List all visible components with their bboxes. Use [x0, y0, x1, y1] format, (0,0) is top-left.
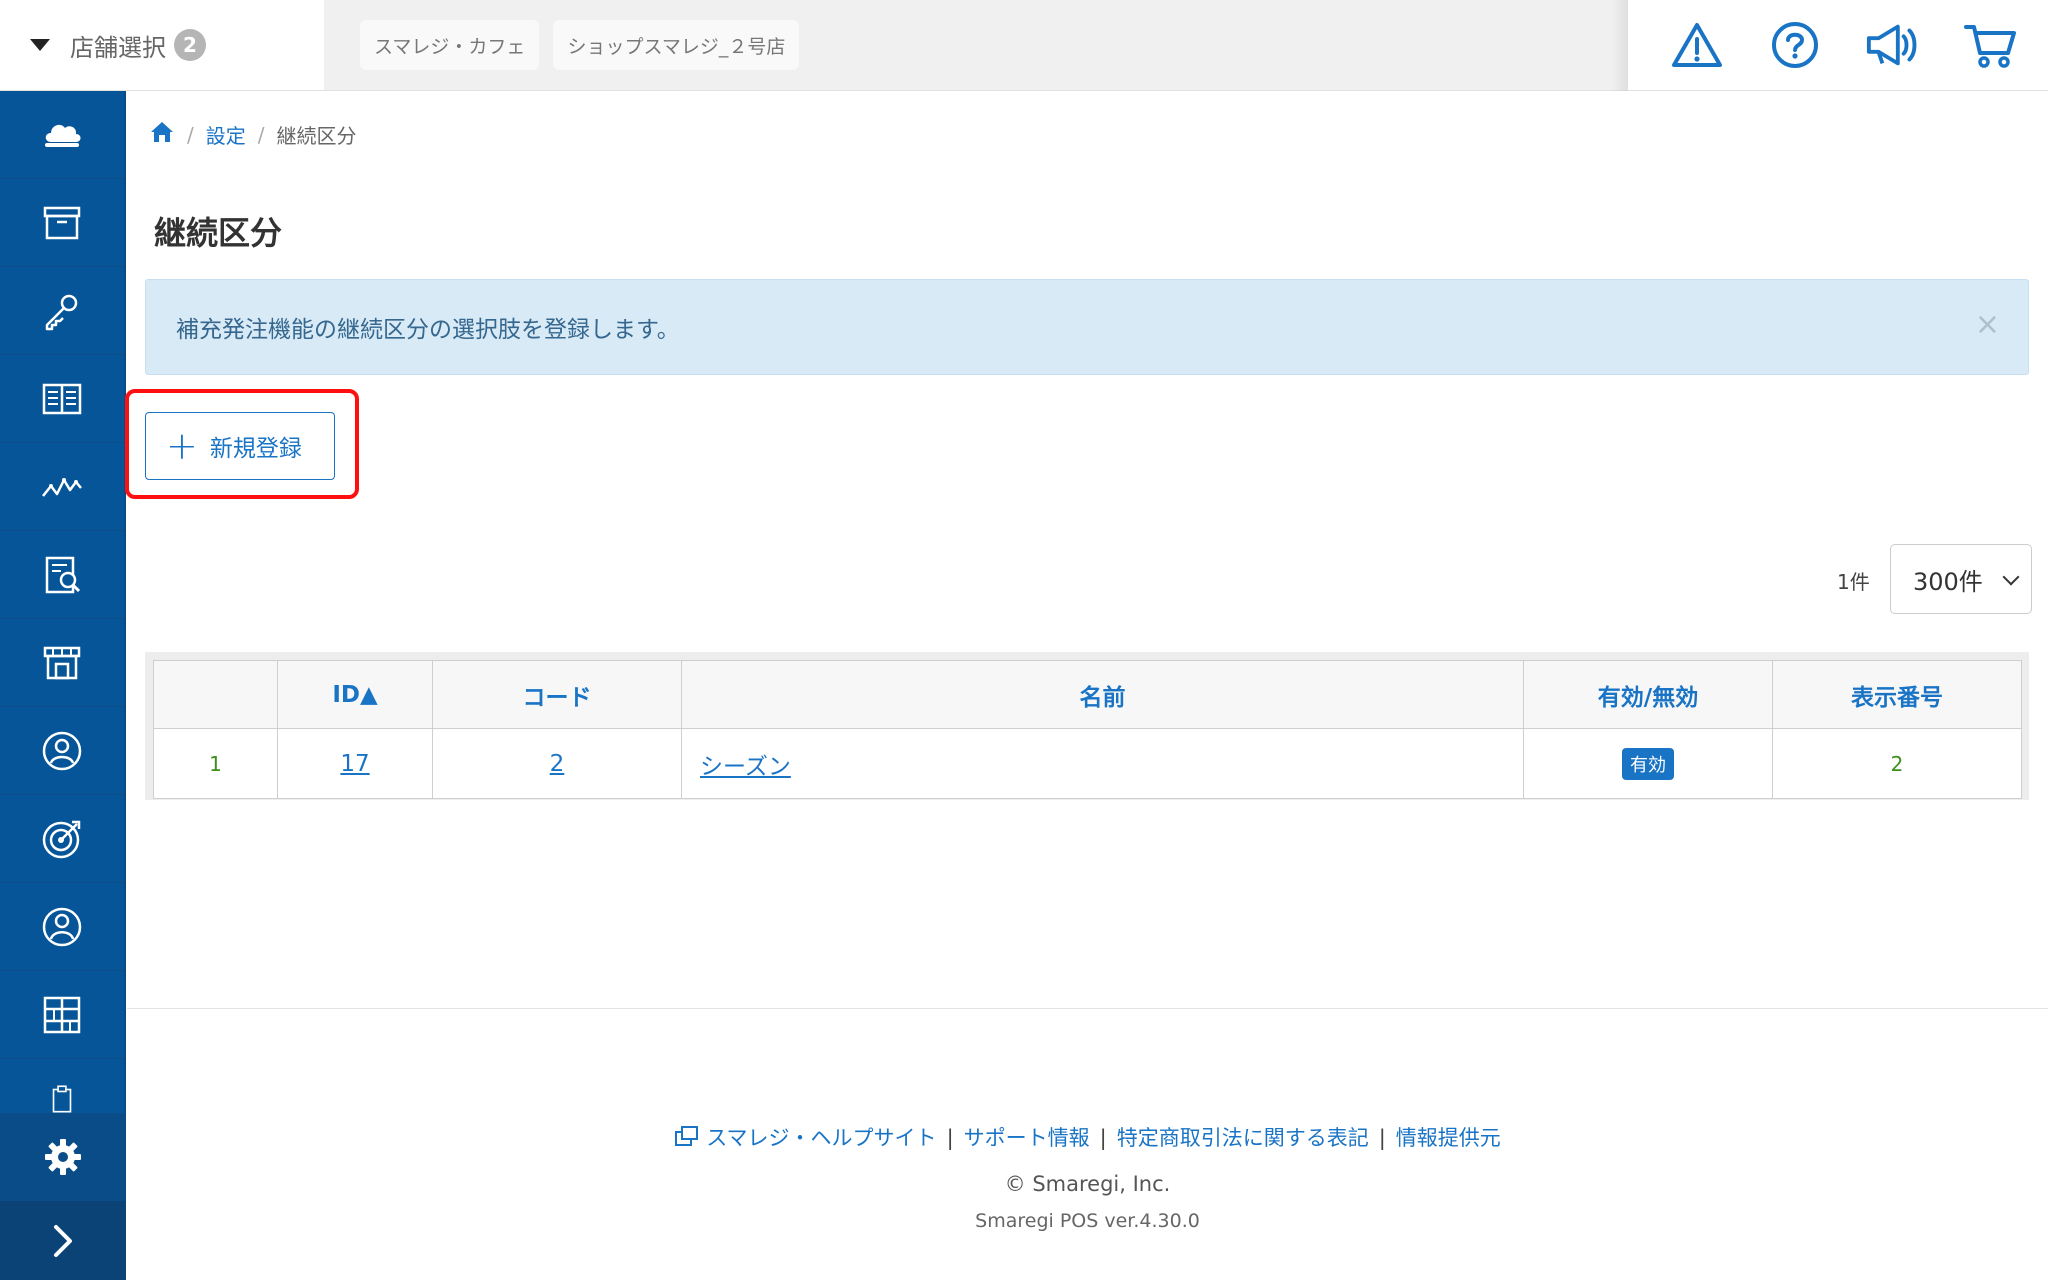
breadcrumb: / 設定 / 継続区分 [149, 120, 357, 149]
grid-icon [43, 996, 81, 1033]
breadcrumb-separator: / [257, 122, 265, 147]
column-header-id[interactable]: ID▲ [277, 660, 433, 729]
footer-provider-link[interactable]: 情報提供元 [1396, 1126, 1501, 1150]
footer-help-link[interactable]: スマレジ・ヘルプサイト [706, 1126, 936, 1150]
data-table: ID▲ コード 名前 有効/無効 表示番号 1 17 2 シーズン 有効 2 [153, 660, 2022, 799]
per-page-value: 300件 [1913, 567, 1983, 596]
store-tag[interactable]: スマレジ・カフェ [360, 20, 540, 70]
caret-down-icon [30, 39, 50, 51]
breadcrumb-separator: / [187, 122, 194, 147]
clipboard-icon [52, 1085, 72, 1113]
main-content: / 設定 / 継続区分 継続区分 補充発注機能の継続区分の選択肢を登録します。 … [125, 92, 2048, 1280]
report-search-icon [45, 556, 81, 593]
sidebar-expand-button[interactable] [0, 1201, 126, 1280]
store-icon [43, 646, 81, 679]
external-window-icon [674, 1124, 700, 1153]
row-name-link[interactable]: シーズン [700, 754, 791, 780]
info-message: 補充発注機能の継続区分の選択肢を登録します。 [176, 317, 680, 343]
sidebar-item-key[interactable] [0, 267, 124, 355]
breadcrumb-settings[interactable]: 設定 [206, 120, 246, 149]
footer-links: スマレジ・ヘルプサイト | サポート情報 | 特定商取引法に関する表記 | 情報提供元 [127, 1122, 2048, 1153]
version: Smaregi POS ver.4.30.0 [975, 1210, 1200, 1232]
sidebar-item-report[interactable] [0, 531, 124, 619]
store-tag[interactable]: ショップスマレジ_２号店 [553, 20, 800, 70]
warning-icon[interactable] [1669, 17, 1725, 73]
chevron-right-icon [54, 1224, 72, 1257]
table-container: ID▲ コード 名前 有効/無効 表示番号 1 17 2 シーズン 有効 2 [145, 652, 2029, 800]
close-icon[interactable]: × [1975, 310, 2000, 340]
customer-icon [42, 731, 82, 770]
row-id-link[interactable]: 17 [340, 751, 369, 777]
store-count-badge: 2 [174, 29, 206, 61]
sidebar-item-target[interactable] [0, 795, 124, 883]
gear-icon [45, 1139, 81, 1175]
status-badge: 有効 [1622, 747, 1674, 780]
plus-icon: + [166, 424, 198, 468]
sidebar-item-customer[interactable] [0, 707, 124, 795]
store-select-dropdown[interactable]: 店舗選択 2 [0, 0, 324, 91]
page-title: 継続区分 [154, 214, 283, 252]
new-register-label: 新規登録 [209, 436, 302, 462]
record-count: 1件 [1837, 570, 1870, 594]
sidebar-settings[interactable] [0, 1113, 126, 1201]
row-index: 1 [153, 728, 278, 799]
sidebar-item-user[interactable] [0, 883, 124, 971]
header-icons [1628, 0, 2048, 91]
sidebar-item-grid[interactable] [0, 971, 124, 1059]
help-icon[interactable] [1767, 17, 1823, 73]
table-header-row: ID▲ コード 名前 有効/無効 表示番号 [153, 660, 2022, 729]
key-icon [45, 294, 78, 330]
footer-law-link[interactable]: 特定商取引法に関する表記 [1117, 1126, 1369, 1150]
chevron-down-icon [2002, 568, 2020, 586]
table-row: 1 17 2 シーズン 有効 2 [153, 728, 2022, 799]
copyright: © Smaregi, Inc. [1004, 1172, 1171, 1196]
store-select-label: 店舗選択 [70, 33, 166, 62]
sidebar [0, 91, 126, 1280]
sidebar-item-cloud[interactable] [0, 91, 124, 179]
sidebar-item-clipboard[interactable] [0, 1059, 124, 1113]
row-code-link[interactable]: 2 [550, 751, 565, 777]
user-icon [42, 907, 82, 946]
book-icon [42, 383, 82, 414]
cart-icon[interactable] [1963, 17, 2019, 73]
archive-box-icon [43, 206, 81, 239]
column-header-display-no[interactable]: 表示番号 [1772, 660, 2022, 729]
column-header-code[interactable]: コード [432, 660, 682, 729]
column-header-index [153, 660, 278, 729]
breadcrumb-current: 継続区分 [276, 124, 357, 148]
footer-divider [127, 1008, 2048, 1009]
sidebar-item-store[interactable] [0, 619, 124, 707]
footer-support-link[interactable]: サポート情報 [964, 1126, 1090, 1150]
row-display-no: 2 [1772, 728, 2022, 799]
target-icon [42, 820, 81, 858]
cloud-icon [45, 124, 81, 147]
sidebar-item-archive[interactable] [0, 179, 124, 267]
selected-stores-bar: スマレジ・カフェ ショップスマレジ_２号店 [324, 0, 1628, 91]
megaphone-icon[interactable] [1865, 17, 1921, 73]
sidebar-item-book[interactable] [0, 355, 124, 443]
home-icon[interactable] [149, 120, 175, 149]
column-header-status[interactable]: 有効/無効 [1523, 660, 1773, 729]
new-register-button[interactable]: + 新規登録 [145, 412, 335, 480]
sidebar-item-analytics[interactable] [0, 443, 124, 531]
column-header-name[interactable]: 名前 [681, 660, 1524, 729]
chart-line-icon [42, 477, 82, 497]
info-alert: 補充発注機能の継続区分の選択肢を登録します。 × [145, 279, 2029, 375]
per-page-select[interactable]: 300件 [1890, 544, 2032, 614]
